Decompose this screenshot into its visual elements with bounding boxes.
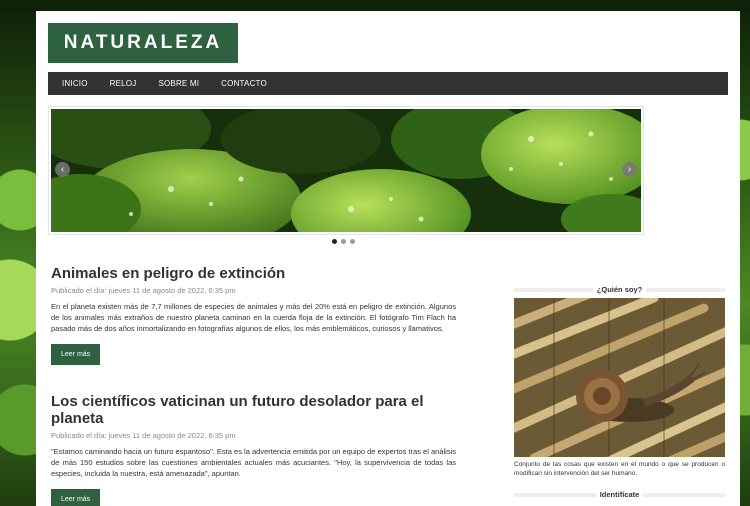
image-slider: ‹ › — [48, 106, 644, 235]
read-more-button[interactable]: Leer más — [51, 489, 101, 506]
nav-item-contacto[interactable]: CONTACTO — [221, 79, 267, 88]
slider-dot-3[interactable] — [350, 239, 355, 244]
sidebar-about: ¿Quién soy? Conjunto de las cosas que ex… — [514, 285, 726, 499]
nav-item-reloj[interactable]: RELOJ — [110, 79, 137, 88]
nav-item-inicio[interactable]: INICIO — [62, 79, 88, 88]
page-container: NATURALEZA INICIO RELOJ SOBRE MI CONTACT… — [36, 11, 740, 506]
slider-dot-2[interactable] — [341, 239, 346, 244]
post-1: Animales en peligro de extinción Publica… — [51, 265, 456, 365]
slider-next-button[interactable]: › — [622, 162, 637, 177]
post-excerpt: En el planeta existen más de 7,7 millone… — [51, 302, 456, 333]
post-date: Publicado el día: jueves 11 de agosto de… — [51, 286, 236, 295]
post-date: Publicado el día: jueves 11 de agosto de… — [51, 431, 236, 440]
snail-image — [514, 298, 725, 457]
main-nav: INICIO RELOJ SOBRE MI CONTACTO — [48, 72, 728, 95]
chevron-left-icon: ‹ — [60, 164, 65, 175]
nav-item-sobre-mi[interactable]: SOBRE MI — [158, 79, 199, 88]
chevron-right-icon: › — [627, 164, 632, 175]
site-logo[interactable]: NATURALEZA — [48, 23, 238, 63]
slider-dots — [332, 239, 355, 244]
post-excerpt: "Estamos caminando hacia un futuro espan… — [51, 447, 456, 478]
sidebar-login-title: Identifícate — [514, 490, 725, 499]
slider-prev-button[interactable]: ‹ — [55, 162, 70, 177]
sidebar-caption: Conjunto de las cosas que existen en el … — [514, 461, 725, 477]
post-title[interactable]: Los científicos vaticinan un futuro deso… — [51, 393, 456, 427]
slider-dot-1[interactable] — [332, 239, 337, 244]
post-2: Los científicos vaticinan un futuro deso… — [51, 393, 456, 506]
post-title[interactable]: Animales en peligro de extinción — [51, 265, 456, 282]
slider-image — [51, 109, 641, 232]
sidebar-title: ¿Quién soy? — [514, 285, 726, 294]
read-more-button[interactable]: Leer más — [51, 344, 101, 365]
